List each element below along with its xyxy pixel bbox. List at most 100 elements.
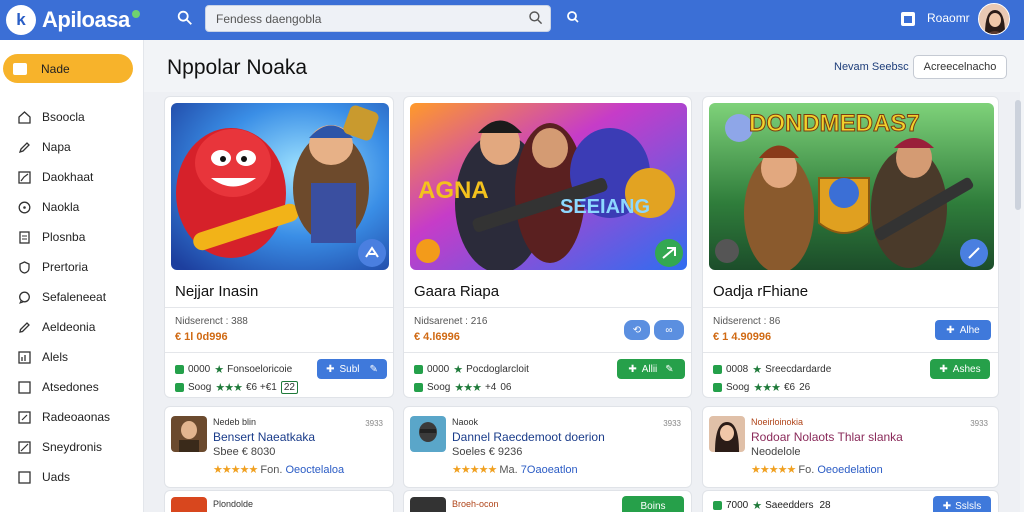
game-list-item[interactable]: Nedeb blin 3933 Bensert Naeatkaka Sbee €… [164,406,394,488]
newest-link[interactable]: Nevam Seebsc [834,61,909,73]
item-category[interactable]: 7Oaoeatlon [521,464,578,476]
category-badge-icon [416,239,440,263]
sidebar-item-label: Uads [42,470,71,484]
toggle-button[interactable]: ⟲ [624,320,650,340]
sidebar-item[interactable]: Prertoria [0,252,144,282]
game-card[interactable]: AGNA SEEIANG Gaara Riapa Nidsarenet : 21… [403,96,692,398]
sidebar-item[interactable]: Bsoocla [0,102,144,132]
chart-icon [18,170,31,184]
star-icon: ★ [752,364,762,376]
game-card[interactable]: Nejjar Inasin Nidserenct : 388 € 1l 0d99… [164,96,394,398]
button-label: Subl [339,363,360,375]
game-list-item[interactable]: 7000 ★ Saeedders 28 ✚ Sslsls [702,490,999,512]
sidebar-item-label: Sneydronis [42,440,103,454]
edit-icon [19,321,30,333]
item-label: Naook [452,417,479,427]
sidebar-item[interactable]: Uads [0,462,144,492]
item-meta: Sbee € 8030 [213,446,276,458]
sidebar-item-label: Nade [41,61,70,76]
item-rating: ★★★★★ Ma. 7Oaoeatlon [452,463,578,476]
search-icon[interactable] [176,8,194,28]
rating-badge: 22 [280,381,298,394]
item-category[interactable]: Oeoctelaloa [285,464,344,476]
settings-icon[interactable] [566,10,580,24]
app-logo[interactable]: k Apiloasa [6,5,140,35]
game-thumbnail [410,416,446,452]
sidebar-item-label: Daokhaat [42,170,94,184]
item-label: Broeh-ocon [452,499,499,509]
game-thumbnail [709,416,745,452]
bar-chart-icon [18,350,31,364]
sidebar-item[interactable]: Sneydronis [0,432,144,462]
stats-row: 0000 ★ Pocdoglarcloit [414,363,529,376]
stat-count: 7000 [726,500,749,511]
item-label: Noeirloinokia [751,417,804,427]
scrollbar[interactable] [1015,100,1021,210]
rating-stars-icon: ★★★ [454,382,482,394]
rating-text: Fon. [260,464,283,476]
divider [165,307,393,308]
search-box [205,5,551,32]
item-label: Nedeb blin [213,417,257,427]
cart-icon[interactable] [898,9,918,29]
item-name[interactable]: Bensert Naeatkaka [213,430,315,444]
category-badge-icon [655,239,683,267]
game-list-item[interactable]: Broeh-ocon Boins [403,490,692,512]
sidebar-item-label: Radeoaonas [42,410,111,424]
item-name[interactable]: Dannel Raecdemoot doerion [452,430,605,444]
plus-icon: ✚ [946,324,955,336]
sidebar-item[interactable]: Atsedones [0,372,144,402]
item-name[interactable]: Rodoar Nolaots Thlar slanka [751,430,903,444]
rating-row: Soog ★★★ +4 06 [414,381,511,394]
sidebar-item[interactable]: Plosnba [0,222,144,252]
search-input[interactable] [206,6,516,31]
rating-stars-icon: ★★★ [753,382,781,394]
game-price: € 1l 0d996 [175,331,228,343]
rating-badge: 26 [799,382,811,393]
game-list-item[interactable]: Plondolde [164,490,394,512]
stat-text: Pocdoglarcloit [466,364,529,375]
svg-text:SEEIANG: SEEIANG [560,196,650,218]
sidebar-item[interactable]: Aeldeonia [0,312,144,342]
add-button[interactable]: ✚ Ashes [930,359,990,379]
stat-text: Sreecdardarde [765,364,832,375]
search-submit-icon[interactable] [528,10,544,26]
logo-icon: k [6,5,36,35]
sidebar-item[interactable]: Alels [0,342,144,372]
page-title: Nppolar Noaka [167,56,308,79]
add-button[interactable]: ✚ Allii ✎ [617,359,685,379]
stat-count: 0008 [726,364,749,375]
sidebar-item[interactable]: Napa [0,132,144,162]
sidebar-item[interactable]: Sefaleneeat [0,282,144,312]
sidebar-list: Bsoocla Napa Daokhaat Naokla Plosnba Pre… [0,102,144,492]
divider [703,352,998,353]
rating-stars-icon: ★★★ [215,382,243,394]
svg-text:DONDMEDAS7: DONDMEDAS7 [749,110,920,137]
game-list-item[interactable]: Noeirloinokia 3933 Rodoar Nolaots Thlar … [702,406,999,488]
rating-text: Fo. [798,464,815,476]
sidebar-item[interactable]: Naokla [0,192,144,222]
rating-row: Soog ★★★ €6 +€1 22 [175,381,298,394]
game-list-item[interactable]: Naook 3933 Dannel Raecdemoot doerion Soe… [403,406,692,488]
rating-extra: €6 [783,382,796,393]
filter-button[interactable]: Acreecelnacho [913,55,1007,79]
sidebar-item-label: Naokla [42,200,80,214]
category-badge-icon [960,239,988,267]
item-time: 3933 [970,419,988,428]
link-icon: ∞ [665,324,673,336]
action-button[interactable]: Boins [622,496,684,512]
add-button[interactable]: ✚ Alhe [935,320,991,340]
rating-label: Soog [726,382,750,393]
subscribe-button[interactable]: ✚ Subl ✎ [317,359,387,379]
sidebar-item[interactable]: Daokhaat [0,162,144,192]
toggle-button[interactable]: ∞ [654,320,684,340]
game-card[interactable]: DONDMEDAS7 Oadja rFhiane Nidserenct : 86… [702,96,999,398]
user-name[interactable]: Roaomr [927,11,970,25]
sidebar-item-active[interactable]: Nade [3,54,133,83]
user-avatar[interactable] [978,3,1010,35]
sidebar-item[interactable]: Radeoaonas [0,402,144,432]
action-button[interactable]: ✚ Sslsls [933,496,991,512]
item-category[interactable]: Oeoedelation [817,464,882,476]
note-icon [18,410,31,424]
rating-extra: €6 +€1 [245,382,277,393]
